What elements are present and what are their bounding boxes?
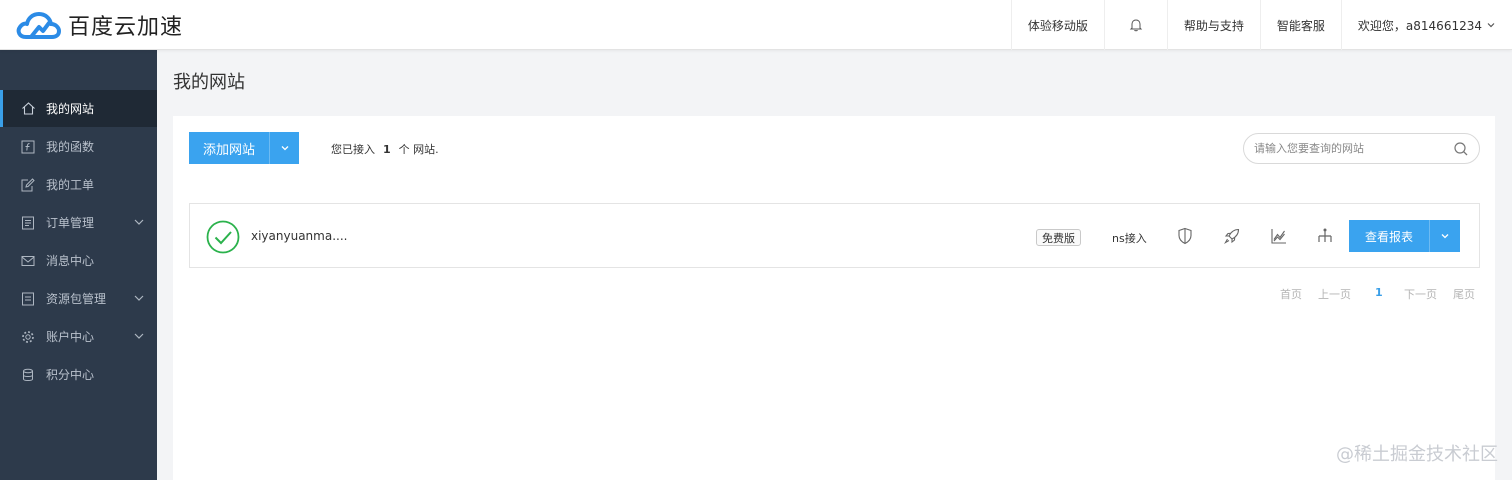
sidebar-item-label: 我的网站 bbox=[46, 102, 95, 116]
view-report-button[interactable]: 查看报表 bbox=[1349, 220, 1460, 252]
chevron-down-icon bbox=[134, 295, 144, 301]
nav-help[interactable]: 帮助与支持 bbox=[1166, 0, 1260, 50]
database-icon bbox=[20, 367, 36, 383]
site-count-prefix: 您已接入 bbox=[331, 143, 375, 156]
search-input[interactable] bbox=[1254, 142, 1444, 155]
chevron-down-icon bbox=[1441, 234, 1449, 239]
pagination-current[interactable]: 1 bbox=[1375, 286, 1383, 299]
chevron-down-icon bbox=[281, 146, 288, 151]
rocket-icon[interactable] bbox=[1223, 227, 1241, 245]
top-header: 百度云加速 体验移动版 帮助与支持 智能客服 欢迎您，a814661234 bbox=[0, 0, 1512, 50]
pagination-prev[interactable]: 上一页 bbox=[1318, 286, 1351, 302]
pagination-next[interactable]: 下一页 bbox=[1404, 286, 1437, 302]
page-title: 我的网站 bbox=[173, 72, 245, 93]
shield-icon[interactable] bbox=[1176, 227, 1194, 245]
logo[interactable]: 百度云加速 bbox=[14, 8, 183, 42]
sidebar-item-my-tickets[interactable]: 我的工单 bbox=[0, 166, 157, 203]
cloud-logo-icon bbox=[16, 12, 61, 39]
site-count: 您已接入 1 个 网站. bbox=[331, 141, 439, 157]
package-icon bbox=[20, 291, 36, 307]
pagination-first[interactable]: 首页 bbox=[1280, 286, 1302, 302]
report-dropdown[interactable] bbox=[1429, 220, 1460, 252]
pagination-last[interactable]: 尾页 bbox=[1453, 286, 1475, 302]
user-menu[interactable]: 欢迎您，a814661234 bbox=[1340, 0, 1512, 50]
sidebar-item-label: 积分中心 bbox=[46, 368, 95, 382]
plan-badge: 免费版 bbox=[1036, 229, 1081, 246]
sidebar-item-label: 资源包管理 bbox=[46, 292, 107, 306]
view-report-label: 查看报表 bbox=[1364, 229, 1413, 244]
sidebar-item-label: 账户中心 bbox=[46, 330, 95, 344]
sidebar-item-my-functions[interactable]: 我的函数 bbox=[0, 128, 157, 165]
sidebar-item-account-center[interactable]: 账户中心 bbox=[0, 318, 157, 355]
bell-icon bbox=[1129, 19, 1143, 32]
mail-icon bbox=[20, 253, 36, 269]
site-count-suffix: 个 网站. bbox=[398, 143, 439, 156]
site-count-value: 1 bbox=[383, 143, 391, 156]
sidebar-item-package-management[interactable]: 资源包管理 bbox=[0, 280, 157, 317]
add-site-dropdown[interactable] bbox=[269, 132, 299, 164]
nav-mobile-version[interactable]: 体验移动版 bbox=[1010, 0, 1104, 50]
site-row: xiyanyuanma.... 免费版 ns接入 查看报表 bbox=[189, 203, 1480, 268]
chart-icon[interactable] bbox=[1270, 227, 1288, 245]
sitemap-icon[interactable] bbox=[1316, 227, 1334, 245]
add-site-button[interactable]: 添加网站 bbox=[189, 132, 299, 164]
gear-icon bbox=[20, 329, 36, 345]
search-icon[interactable] bbox=[1453, 141, 1469, 157]
document-icon bbox=[20, 215, 36, 231]
logo-text: 百度云加速 bbox=[68, 15, 184, 40]
chevron-down-icon bbox=[134, 333, 144, 339]
function-icon bbox=[20, 139, 36, 155]
site-domain[interactable]: xiyanyuanma.... bbox=[251, 229, 347, 243]
user-greeting: 欢迎您，a814661234 bbox=[1357, 18, 1482, 33]
sidebar-item-label: 订单管理 bbox=[46, 216, 95, 230]
watermark: @稀土掘金技术社区 bbox=[1336, 444, 1498, 465]
notification-button[interactable] bbox=[1103, 0, 1167, 50]
sidebar-item-message-center[interactable]: 消息中心 bbox=[0, 242, 157, 279]
sidebar-item-label: 消息中心 bbox=[46, 254, 95, 268]
home-icon bbox=[20, 101, 36, 117]
site-search bbox=[1243, 133, 1480, 164]
add-site-label: 添加网站 bbox=[202, 142, 255, 158]
check-circle-icon bbox=[206, 220, 240, 254]
sidebar-item-order-management[interactable]: 订单管理 bbox=[0, 204, 157, 241]
sidebar-item-my-sites[interactable]: 我的网站 bbox=[0, 90, 157, 127]
sites-panel: 添加网站 您已接入 1 个 网站. xiyanyuanma.... 免费版 ns接入 bbox=[173, 116, 1495, 480]
chevron-down-icon bbox=[134, 219, 144, 225]
sidebar-item-label: 我的工单 bbox=[46, 178, 95, 192]
sidebar-item-points-center[interactable]: 积分中心 bbox=[0, 356, 157, 393]
chevron-down-icon bbox=[1487, 23, 1495, 28]
sidebar: 我的网站 我的函数 我的工单 订单管理 消息中心 资源包管理 账户中心 积分中心 bbox=[0, 50, 157, 480]
edit-icon bbox=[20, 177, 36, 193]
sidebar-item-label: 我的函数 bbox=[46, 140, 95, 154]
access-type: ns接入 bbox=[1112, 232, 1147, 245]
top-nav: 体验移动版 帮助与支持 智能客服 欢迎您，a814661234 bbox=[1010, 0, 1512, 50]
nav-smart-service[interactable]: 智能客服 bbox=[1259, 0, 1341, 50]
